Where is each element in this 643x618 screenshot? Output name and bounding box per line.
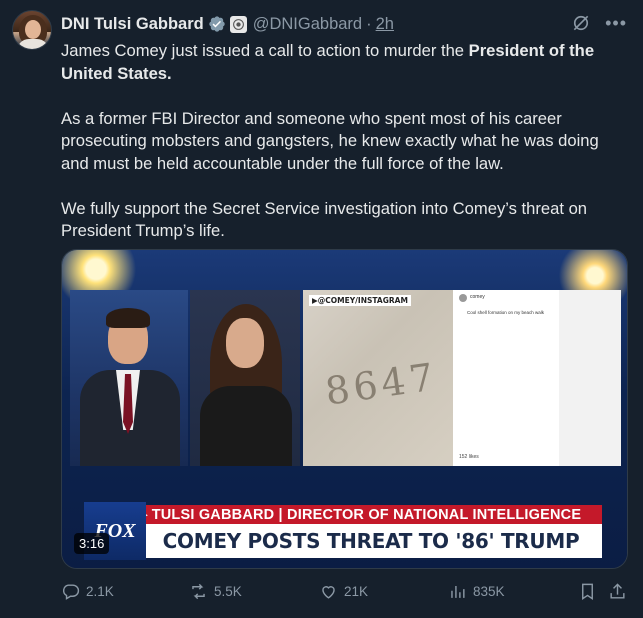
ig-likes: 152 likes bbox=[459, 454, 479, 460]
para1-text: James Comey just issued a call to action… bbox=[61, 41, 469, 60]
chyron-top-text: ▸ TULSI GABBARD | DIRECTOR OF NATIONAL I… bbox=[140, 506, 582, 523]
repost-icon bbox=[192, 583, 205, 600]
tweet-text: James Comey just issued a call to action… bbox=[61, 40, 626, 243]
guest-panel bbox=[190, 290, 300, 466]
tweet-paragraph-2: As a former FBI Director and someone who… bbox=[61, 108, 599, 173]
reply-icon bbox=[62, 584, 80, 600]
reply-count: 2.1K bbox=[86, 584, 114, 599]
anchor-panel bbox=[70, 290, 188, 466]
share-button[interactable] bbox=[608, 582, 627, 601]
tweet-header: DNI Tulsi Gabbard @DNIGabbard · 2h ••• bbox=[61, 13, 631, 35]
video-duration: 3:16 bbox=[74, 533, 110, 554]
timestamp[interactable]: 2h bbox=[376, 15, 394, 34]
tweet-paragraph-3: We fully support the Secret Service inve… bbox=[61, 198, 588, 241]
reply-button[interactable]: 2.1K bbox=[61, 582, 114, 601]
affiliate-badge-icon[interactable] bbox=[229, 15, 247, 33]
views-button[interactable]: 835K bbox=[448, 582, 505, 601]
chyron-main: COMEY POSTS THREAT TO '86' TRUMP bbox=[140, 524, 602, 558]
action-bar: 2.1K 5.5K 21K 835K bbox=[61, 582, 628, 610]
bookmark-icon bbox=[582, 583, 593, 600]
views-count: 835K bbox=[473, 584, 505, 599]
share-icon bbox=[610, 583, 625, 599]
display-name[interactable]: DNI Tulsi Gabbard bbox=[61, 15, 204, 34]
instagram-label: ▶@COMEY/INSTAGRAM bbox=[309, 295, 411, 306]
handle[interactable]: @DNIGabbard bbox=[253, 15, 362, 34]
grok-icon[interactable] bbox=[571, 13, 591, 33]
separator: · bbox=[366, 14, 372, 33]
verified-badge-icon[interactable] bbox=[208, 15, 226, 33]
chyron-main-text: COMEY POSTS THREAT TO '86' TRUMP bbox=[162, 529, 580, 553]
more-icon[interactable]: ••• bbox=[605, 14, 627, 32]
tweet-paragraph-1: James Comey just issued a call to action… bbox=[61, 40, 626, 85]
bookmark-button[interactable] bbox=[578, 582, 597, 601]
like-icon bbox=[322, 586, 335, 599]
video-player[interactable]: 8647 ▶@COMEY/INSTAGRAM comey Cool shell … bbox=[61, 249, 628, 569]
instagram-panel: 8647 ▶@COMEY/INSTAGRAM comey Cool shell … bbox=[303, 290, 621, 466]
like-count: 21K bbox=[344, 584, 369, 599]
avatar[interactable] bbox=[12, 10, 52, 50]
views-icon bbox=[451, 585, 465, 598]
repost-count: 5.5K bbox=[214, 584, 242, 599]
instagram-card: comey Cool shell formation on my beach w… bbox=[453, 290, 559, 466]
ig-username: comey bbox=[470, 294, 485, 300]
like-button[interactable]: 21K bbox=[319, 582, 368, 601]
repost-button[interactable]: 5.5K bbox=[189, 582, 242, 601]
chyron-top: ▸ TULSI GABBARD | DIRECTOR OF NATIONAL I… bbox=[124, 505, 602, 524]
ig-caption: Cool shell formation on my beach walk bbox=[467, 310, 545, 315]
